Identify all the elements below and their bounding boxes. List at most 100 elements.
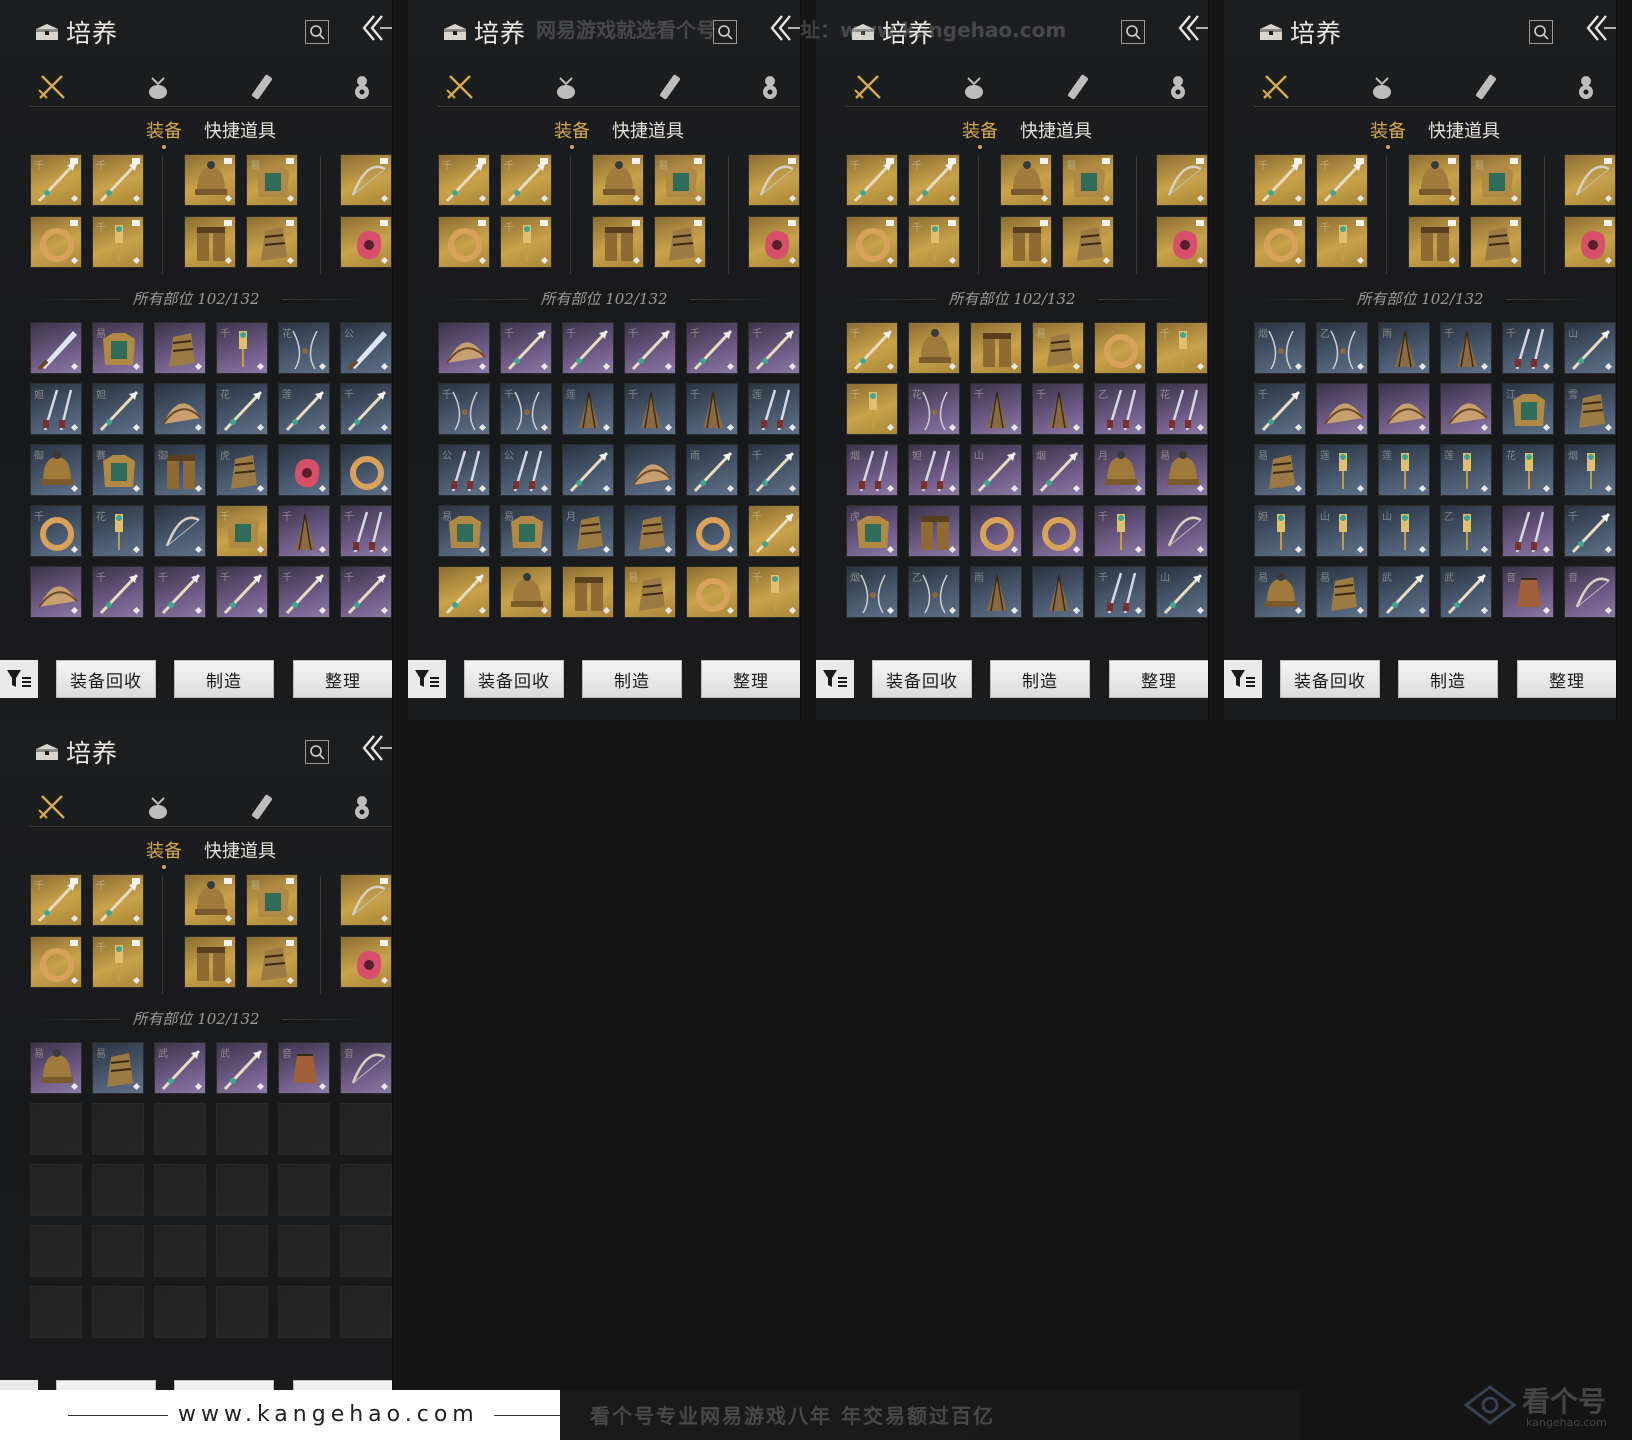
- inventory-slot[interactable]: 千: [1094, 505, 1146, 557]
- equipped-slot[interactable]: [340, 874, 392, 926]
- inventory-slot[interactable]: 雨: [970, 566, 1022, 618]
- inventory-slot[interactable]: [154, 383, 206, 435]
- equipped-slot[interactable]: [1156, 216, 1208, 268]
- back-arrow-icon[interactable]: [768, 12, 801, 46]
- equipped-slot[interactable]: [246, 936, 298, 988]
- inventory-slot[interactable]: 莲: [562, 383, 614, 435]
- equipped-slot[interactable]: [846, 216, 898, 268]
- inventory-slot[interactable]: 千: [216, 505, 268, 557]
- inventory-slot[interactable]: 武: [1378, 566, 1430, 618]
- equipped-slot[interactable]: [184, 874, 236, 926]
- search-button[interactable]: [1121, 20, 1145, 44]
- equipped-slot[interactable]: 易: [1062, 154, 1114, 206]
- equipped-slot[interactable]: 千: [438, 154, 490, 206]
- inventory-slot[interactable]: 山: [1316, 505, 1368, 557]
- inventory-slot[interactable]: 烟: [846, 444, 898, 496]
- inventory-slot[interactable]: 千: [846, 383, 898, 435]
- recycle-button[interactable]: 装备回收: [872, 660, 972, 698]
- back-arrow-icon[interactable]: [1584, 12, 1617, 46]
- equipped-slot[interactable]: [340, 154, 392, 206]
- inventory-slot[interactable]: 公: [500, 444, 552, 496]
- inventory-slot[interactable]: 易: [1316, 566, 1368, 618]
- inventory-slot[interactable]: 千: [278, 505, 330, 557]
- inventory-slot[interactable]: 易: [1254, 444, 1306, 496]
- equipped-slot[interactable]: [1564, 216, 1616, 268]
- inventory-slot[interactable]: 千: [624, 383, 676, 435]
- equipped-slot[interactable]: 易: [1470, 154, 1522, 206]
- scroll-icon[interactable]: [246, 792, 278, 822]
- inventory-slot[interactable]: 千: [748, 444, 800, 496]
- pouch-icon[interactable]: [550, 72, 582, 102]
- back-arrow-icon[interactable]: [1176, 12, 1209, 46]
- inventory-slot[interactable]: 妲: [908, 444, 960, 496]
- equipped-slot[interactable]: 千: [1316, 216, 1368, 268]
- inventory-slot[interactable]: [970, 322, 1022, 374]
- equipped-slot[interactable]: [654, 216, 706, 268]
- equipped-slot[interactable]: [1062, 216, 1114, 268]
- equipped-slot[interactable]: [592, 216, 644, 268]
- inventory-slot[interactable]: [1032, 505, 1084, 557]
- equipped-slot[interactable]: 千: [30, 874, 82, 926]
- gourd-icon[interactable]: [346, 72, 378, 102]
- craft-button[interactable]: 制造: [582, 660, 682, 698]
- inventory-slot[interactable]: 雨: [686, 444, 738, 496]
- inventory-slot[interactable]: [562, 444, 614, 496]
- craft-button[interactable]: 制造: [1398, 660, 1498, 698]
- equipped-slot[interactable]: 千: [908, 216, 960, 268]
- inventory-slot[interactable]: 花: [92, 505, 144, 557]
- inventory-slot[interactable]: 千: [1440, 322, 1492, 374]
- inventory-slot[interactable]: 易: [438, 505, 490, 557]
- search-button[interactable]: [305, 740, 329, 764]
- inventory-slot[interactable]: [1440, 383, 1492, 435]
- inventory-slot[interactable]: [154, 505, 206, 557]
- sort-button[interactable]: 整理: [701, 660, 800, 698]
- inventory-slot[interactable]: 千: [686, 383, 738, 435]
- inventory-slot[interactable]: 江: [1502, 383, 1554, 435]
- inventory-slot[interactable]: 雨: [1378, 322, 1430, 374]
- craft-button[interactable]: 制造: [174, 660, 274, 698]
- inventory-slot[interactable]: 易: [92, 322, 144, 374]
- search-button[interactable]: [1529, 20, 1553, 44]
- tab-quick-items[interactable]: 快捷道具: [204, 837, 276, 863]
- inventory-slot[interactable]: 妲: [30, 383, 82, 435]
- weapon-swords-icon[interactable]: [36, 792, 68, 822]
- inventory-slot[interactable]: [438, 566, 490, 618]
- equipped-slot[interactable]: 千: [908, 154, 960, 206]
- equipped-slot[interactable]: [340, 936, 392, 988]
- tab-quick-items[interactable]: 快捷道具: [612, 117, 684, 143]
- equipped-slot[interactable]: 千: [92, 154, 144, 206]
- inventory-slot[interactable]: 千: [278, 566, 330, 618]
- inventory-slot[interactable]: 御: [30, 444, 82, 496]
- inventory-slot[interactable]: [970, 505, 1022, 557]
- back-arrow-icon[interactable]: [360, 732, 393, 766]
- inventory-slot[interactable]: [340, 444, 392, 496]
- equipped-slot[interactable]: [1470, 216, 1522, 268]
- scroll-icon[interactable]: [1062, 72, 1094, 102]
- weapon-swords-icon[interactable]: [444, 72, 476, 102]
- filter-button[interactable]: [816, 660, 854, 698]
- inventory-slot[interactable]: 千: [340, 566, 392, 618]
- inventory-slot[interactable]: 千: [30, 505, 82, 557]
- tab-quick-items[interactable]: 快捷道具: [1428, 117, 1500, 143]
- inventory-slot[interactable]: 易: [92, 1042, 144, 1094]
- equipped-slot[interactable]: [1564, 154, 1616, 206]
- equipped-slot[interactable]: [340, 216, 392, 268]
- inventory-slot[interactable]: [562, 566, 614, 618]
- equipped-slot[interactable]: 千: [92, 936, 144, 988]
- inventory-slot[interactable]: 音: [1502, 566, 1554, 618]
- equipped-slot[interactable]: [1000, 216, 1052, 268]
- inventory-slot[interactable]: 乙: [1094, 383, 1146, 435]
- equipped-slot[interactable]: [30, 936, 82, 988]
- inventory-slot[interactable]: [1502, 505, 1554, 557]
- equipped-slot[interactable]: 千: [30, 154, 82, 206]
- equipped-slot[interactable]: 易: [246, 154, 298, 206]
- equipped-slot[interactable]: [1000, 154, 1052, 206]
- inventory-slot[interactable]: 山: [1378, 505, 1430, 557]
- sort-button[interactable]: 整理: [1109, 660, 1208, 698]
- inventory-slot[interactable]: 千: [500, 322, 552, 374]
- inventory-slot[interactable]: 莲: [1440, 444, 1492, 496]
- inventory-slot[interactable]: [686, 505, 738, 557]
- equipped-slot[interactable]: 千: [1316, 154, 1368, 206]
- inventory-slot[interactable]: 千: [562, 322, 614, 374]
- gourd-icon[interactable]: [346, 792, 378, 822]
